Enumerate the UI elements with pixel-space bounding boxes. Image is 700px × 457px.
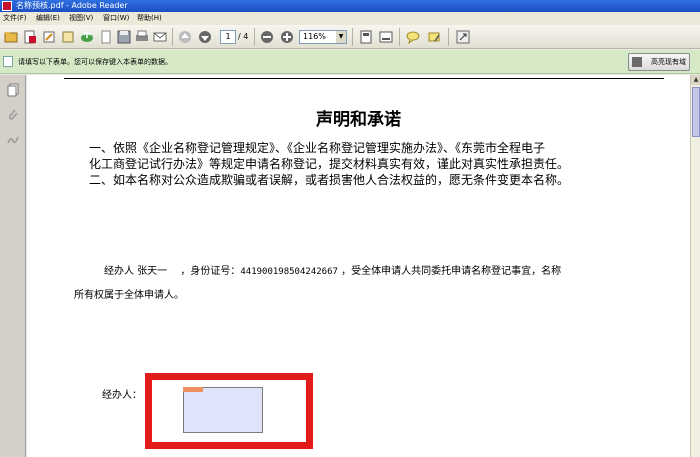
zoom-in-icon[interactable]: [279, 29, 295, 45]
document-icon[interactable]: [98, 29, 114, 45]
attach-icon[interactable]: [60, 29, 76, 45]
highlight-fields-label: 高亮现有域: [651, 58, 686, 66]
upload-icon[interactable]: [79, 29, 95, 45]
toolbar: 1 / 4 116% ▼: [0, 25, 700, 49]
fit-page-icon[interactable]: [358, 29, 374, 45]
comment-icon[interactable]: [405, 29, 421, 45]
expand-icon[interactable]: [455, 29, 471, 45]
print-icon[interactable]: [134, 29, 150, 45]
scroll-up-icon[interactable]: ▲: [691, 75, 700, 85]
menu-edit[interactable]: 编辑(E): [36, 12, 60, 25]
signature-field-tag: [183, 387, 203, 392]
signatures-panel-icon[interactable]: [6, 133, 20, 147]
form-notice-bar: 请填写以下表单。您可以保存键入本表单的数据。 高亮现有域: [0, 50, 700, 74]
document-title: 声明和承诺: [316, 110, 401, 130]
form-notice-text: 请填写以下表单。您可以保存键入本表单的数据。: [18, 58, 172, 66]
agent-label: 经办人: [104, 266, 134, 277]
previous-page-icon[interactable]: [177, 29, 193, 45]
statement-end: ，受全体申请人共同委托申请名称登记事宜，名称: [341, 266, 562, 277]
paragraph-2: 二、如本名称对公众造成欺骗或者误解，或者损害他人合法权益的，愿无条件变更本名称。: [89, 173, 570, 187]
left-navigation-panel: [0, 75, 26, 457]
document-view: 声明和承诺 一、依照《企业名称登记管理规定》、《企业名称登记管理实施办法》、《东…: [27, 75, 690, 457]
paragraph-1-line-1: 一、依照《企业名称登记管理规定》、《企业名称登记管理实施办法》、《东莞市全程电子: [89, 141, 546, 155]
highlight-fields-button[interactable]: 高亮现有域: [628, 53, 690, 71]
menu-view[interactable]: 视图(V): [69, 12, 93, 25]
vertical-scrollbar[interactable]: ▲: [690, 75, 700, 457]
edit-icon[interactable]: [41, 29, 57, 45]
statement-line-2: 所有权属于全体申请人。: [74, 290, 184, 301]
open-icon[interactable]: [3, 29, 19, 45]
menu-file[interactable]: 文件(F): [3, 12, 27, 25]
menu-window[interactable]: 窗口(W): [103, 12, 129, 25]
page-total: / 4: [238, 32, 249, 41]
toolbar-separator: [352, 28, 353, 46]
next-page-icon[interactable]: [197, 29, 213, 45]
paragraph-1-line-2: 化工商登记试行办法》等规定申请名称登记，提交材料真实有效，谨此对真实性承担责任。: [89, 157, 570, 171]
scrollbar-thumb[interactable]: [692, 87, 700, 137]
form-icon: [3, 56, 13, 67]
highlight-text-icon[interactable]: [426, 29, 442, 45]
page-top-rule: [64, 78, 664, 79]
highlight-fields-icon: [632, 57, 642, 67]
toolbar-separator: [448, 28, 449, 46]
agent-name-field[interactable]: 张天一: [137, 266, 167, 277]
pdf-page: 声明和承诺 一、依照《企业名称登记管理规定》、《企业名称登记管理实施办法》、《东…: [27, 75, 690, 457]
title-bar: 名称预核.pdf - Adobe Reader: [0, 0, 700, 12]
signature-field[interactable]: [183, 387, 263, 433]
save-icon[interactable]: [116, 29, 132, 45]
id-label: ，身份证号：: [180, 266, 241, 277]
signature-label: 经办人：: [102, 390, 142, 401]
chevron-down-icon[interactable]: ▼: [336, 31, 346, 43]
create-pdf-icon[interactable]: [22, 29, 38, 45]
pages-panel-icon[interactable]: [6, 83, 20, 97]
menu-help[interactable]: 帮助(H): [137, 12, 162, 25]
email-icon[interactable]: [152, 29, 168, 45]
zoom-level-select[interactable]: 116% ▼: [299, 30, 347, 44]
id-number-field[interactable]: 441900198504242667: [240, 267, 338, 277]
attachments-panel-icon[interactable]: [6, 108, 20, 122]
menu-bar: 文件(F) 编辑(E) 视图(V) 窗口(W) 帮助(H): [0, 12, 700, 25]
toolbar-separator: [254, 28, 255, 46]
page-number-input[interactable]: 1: [220, 30, 236, 44]
zoom-level-value: 116%: [303, 32, 326, 41]
toolbar-separator: [399, 28, 400, 46]
window-title: 名称预核.pdf - Adobe Reader: [16, 1, 128, 10]
toolbar-separator: [172, 28, 173, 46]
zoom-out-icon[interactable]: [259, 29, 275, 45]
fit-width-icon[interactable]: [378, 29, 394, 45]
adobe-reader-icon: [2, 1, 12, 11]
adobe-reader-window: 名称预核.pdf - Adobe Reader 文件(F) 编辑(E) 视图(V…: [0, 0, 700, 457]
statement-line-1: 经办人 张天一 ，身份证号：441900198504242667 ，受全体申请人…: [104, 265, 561, 279]
